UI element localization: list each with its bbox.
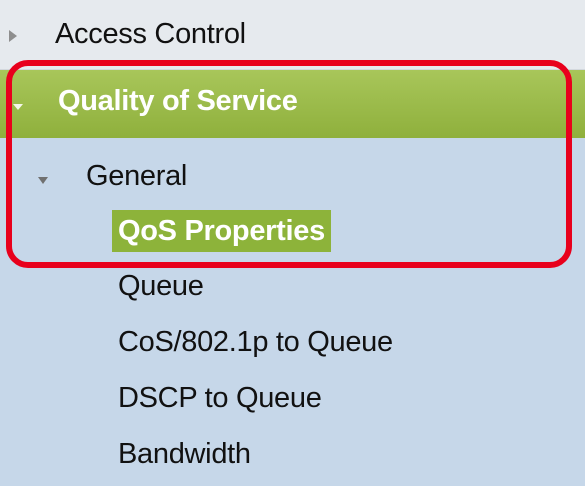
- triangle-down-icon: [13, 104, 23, 110]
- nav-item-access-control[interactable]: Access Control: [0, 0, 585, 70]
- nav-item-dscp-to-queue[interactable]: DSCP to Queue: [118, 382, 322, 415]
- navigation-tree: Access Control Quality of Service Genera…: [0, 0, 585, 486]
- nav-item-cos-to-queue[interactable]: CoS/802.1p to Queue: [118, 326, 393, 359]
- nav-item-qos-properties[interactable]: QoS Properties: [112, 210, 331, 252]
- triangle-down-icon: [38, 177, 48, 184]
- nav-item-quality-of-service-label: Quality of Service: [58, 85, 298, 117]
- nav-item-access-control-label: Access Control: [55, 18, 246, 50]
- triangle-right-icon: [9, 30, 17, 42]
- nav-item-general[interactable]: General: [86, 160, 187, 193]
- nav-item-quality-of-service[interactable]: Quality of Service: [0, 70, 585, 138]
- nav-item-bandwidth[interactable]: Bandwidth: [118, 438, 251, 471]
- nav-item-queue[interactable]: Queue: [118, 270, 204, 303]
